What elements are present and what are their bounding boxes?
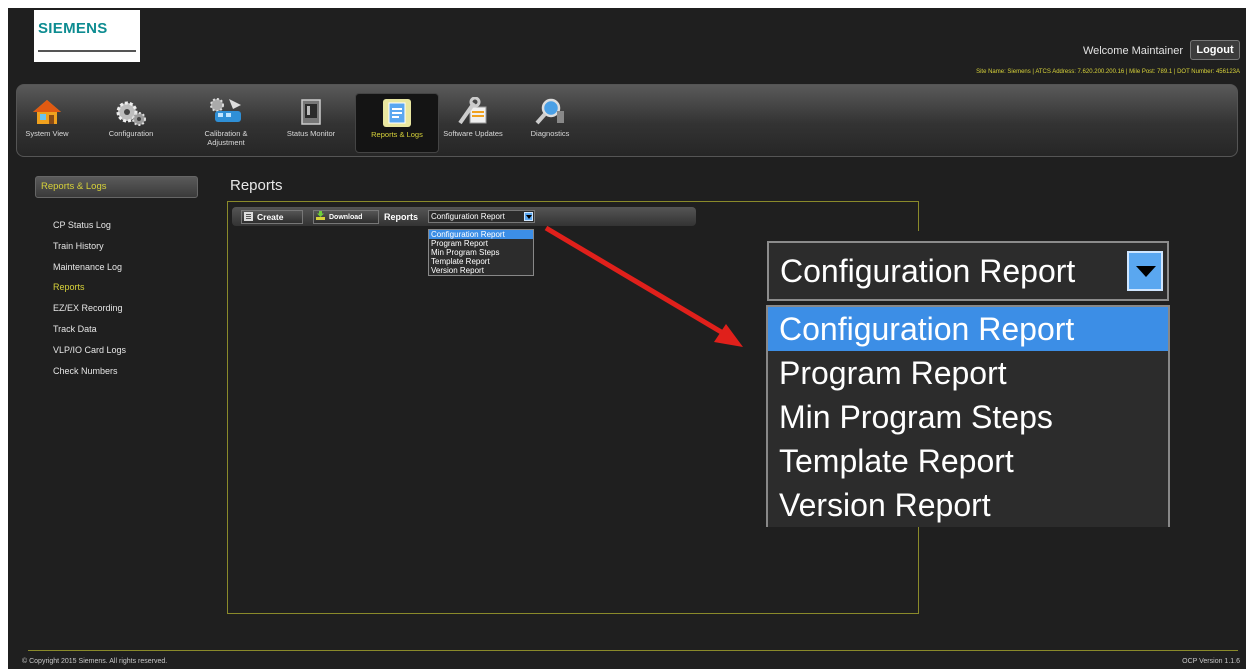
zoom-select-value: Configuration Report (780, 253, 1076, 289)
logo-underline (38, 50, 136, 52)
create-button[interactable]: Create (241, 210, 303, 224)
toolbar-label: Reports & Logs (371, 130, 423, 139)
sidebar-item-cp-status-log[interactable]: CP Status Log (53, 218, 126, 239)
toolbar-label: Calibration & Adjustment (204, 129, 248, 147)
sidebar-item-ezex-recording[interactable]: EZ/EX Recording (53, 301, 126, 322)
app-window: SIEMENS Welcome Maintainer Logout Site N… (8, 8, 1246, 669)
zoom-option-template-report: Template Report (779, 443, 1014, 479)
monitor-icon (301, 99, 321, 125)
calibration-icon (210, 98, 241, 122)
main-toolbar: System View Configuration Calibration & … (16, 84, 1238, 157)
create-label: Create (257, 212, 284, 222)
zoom-chevron-down-icon (1127, 251, 1163, 291)
toolbar-label: Configuration (108, 129, 154, 138)
page-title: Reports (230, 177, 283, 194)
zoom-option-configuration-report: Configuration Report (768, 307, 1168, 351)
chevron-down-icon[interactable] (524, 212, 533, 221)
magnifier-icon (535, 98, 564, 125)
logo-text: SIEMENS (38, 20, 108, 37)
option-version-report[interactable]: Version Report (429, 266, 533, 275)
site-info: Site Name: Siemens | ATCS Address: 7.620… (976, 69, 1240, 75)
download-icon (316, 211, 325, 220)
sidebar-item-train-history[interactable]: Train History (53, 239, 126, 260)
sidebar-nav: CP Status Log Train History Maintenance … (53, 218, 126, 384)
report-select-value: Configuration Report (431, 212, 505, 221)
toolbar-diagnostics[interactable]: Diagnostics (515, 93, 585, 153)
sidebar-item-vlp-io-card-logs[interactable]: VLP/IO Card Logs (53, 343, 126, 364)
logout-button[interactable]: Logout (1190, 40, 1240, 60)
red-arrow-annotation (544, 225, 743, 347)
sidebar-item-maintenance-log[interactable]: Maintenance Log (53, 260, 126, 281)
toolbar-label: Diagnostics (530, 129, 570, 138)
zoom-option-min-program-steps: Min Program Steps (779, 399, 1053, 435)
option-program-report[interactable]: Program Report (429, 239, 533, 248)
toolbar-configuration[interactable]: Configuration (81, 93, 181, 153)
zoom-report-select: Configuration Report (767, 241, 1169, 301)
zoom-option-version-report: Version Report (779, 487, 991, 523)
copyright-text: © Copyright 2015 Siemens. All rights res… (22, 658, 168, 665)
sidebar-item-check-numbers[interactable]: Check Numbers (53, 364, 126, 385)
document-icon (383, 99, 411, 127)
toolbar-software-updates[interactable]: Software Updates (443, 93, 503, 153)
report-select[interactable]: Configuration Report (428, 210, 535, 223)
toolbar-label: System View (25, 129, 69, 138)
download-label: Download (329, 214, 363, 221)
footer-divider (28, 650, 1238, 651)
option-min-program-steps[interactable]: Min Program Steps (429, 248, 533, 257)
toolbar-status-monitor[interactable]: Status Monitor (271, 93, 351, 153)
report-options-list: Configuration Report Program Report Min … (428, 229, 534, 276)
sidebar-header: Reports & Logs (35, 176, 198, 198)
create-icon (244, 212, 253, 221)
toolbar-label: Software Updates (443, 129, 503, 138)
siemens-logo: SIEMENS (34, 10, 140, 62)
toolbar-label: Status Monitor (286, 129, 336, 138)
version-text: OCP Version 1.1.6 (1182, 658, 1240, 665)
reports-label: Reports (384, 212, 419, 222)
zoom-options-list: Configuration Report Program Report Min … (766, 305, 1170, 527)
toolbar-system-view[interactable]: System View (17, 93, 77, 153)
sidebar-item-track-data[interactable]: Track Data (53, 322, 126, 343)
zoom-option-program-report: Program Report (779, 355, 1007, 391)
wrench-icon (458, 97, 487, 125)
gears-icon (116, 101, 146, 126)
download-button[interactable]: Download (313, 210, 379, 224)
welcome-text: Welcome Maintainer (1082, 45, 1183, 57)
house-icon (33, 100, 61, 124)
toolbar-reports-logs[interactable]: Reports & Logs (355, 93, 439, 153)
option-configuration-report[interactable]: Configuration Report (429, 230, 533, 239)
toolbar-calibration[interactable]: Calibration & Adjustment (185, 93, 267, 153)
option-template-report[interactable]: Template Report (429, 257, 533, 266)
sidebar-item-reports[interactable]: Reports (53, 280, 126, 301)
zoomed-dropdown-callout: Configuration Report Configuration Repor… (762, 231, 1174, 527)
